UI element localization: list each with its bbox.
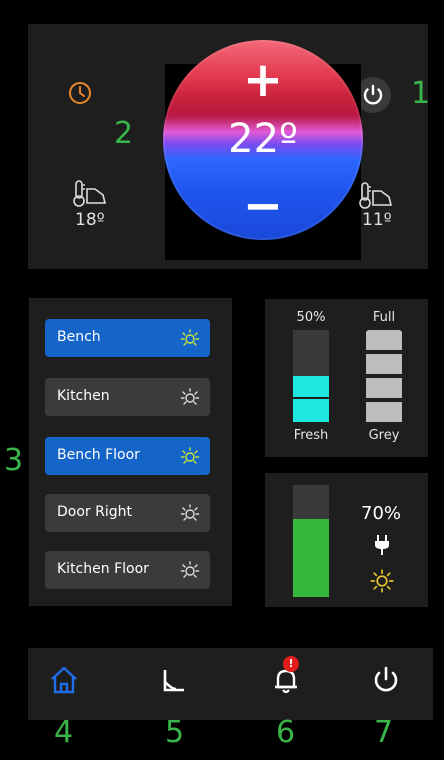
light-label: Bench: [57, 329, 101, 345]
thermostat-dial-area: + 22º −: [163, 40, 363, 260]
clock-icon[interactable]: [68, 81, 92, 105]
indoor-temperature: 18º: [75, 210, 105, 230]
target-temperature: 22º: [228, 116, 298, 162]
nav-power-button[interactable]: [366, 660, 406, 700]
ramp-icon: [163, 670, 184, 692]
light-label: Bench Floor: [57, 447, 140, 463]
home-icon: [51, 666, 77, 694]
light-bulb-off-icon: [180, 504, 200, 521]
light-label: Door Right: [57, 504, 132, 520]
light-bulb-off-icon: [180, 388, 200, 405]
callout-1: 1: [411, 76, 431, 111]
callout-5: 5: [165, 715, 185, 750]
tanks-panel: 50% Fresh Full Grey: [265, 299, 428, 457]
callout-3: 3: [4, 443, 24, 478]
battery-panel: 70%: [265, 473, 428, 607]
light-bench-floor-button[interactable]: Bench Floor: [45, 437, 210, 475]
light-bulb-on-icon: [180, 329, 200, 346]
increase-temp-button[interactable]: +: [163, 56, 363, 104]
light-label: Kitchen Floor: [57, 561, 149, 577]
thermostat-dial[interactable]: + 22º −: [163, 40, 363, 240]
grey-tank-level: Full: [372, 310, 396, 325]
sun-icon: [370, 569, 394, 593]
light-bulb-on-icon: [180, 447, 200, 464]
callout-4: 4: [54, 715, 74, 750]
nav-level-button[interactable]: [154, 660, 194, 700]
outdoor-thermometer-icon: [359, 182, 393, 209]
alert-badge: !: [283, 656, 299, 672]
light-kitchen-floor-button[interactable]: Kitchen Floor: [45, 551, 210, 589]
indoor-thermometer-icon: [73, 180, 107, 207]
light-bench-button[interactable]: Bench: [45, 319, 210, 357]
battery-fill: [293, 518, 329, 597]
light-bulb-off-icon: [180, 561, 200, 578]
bottom-nav: !: [28, 648, 433, 720]
nav-notifications-button[interactable]: !: [266, 656, 306, 700]
lights-panel: Bench Kitchen Bench Floor Door Right Kit…: [29, 298, 232, 606]
fresh-tank-label: Fresh: [293, 428, 329, 443]
fresh-tank-fill: [293, 376, 329, 422]
outdoor-temperature: 11º: [362, 210, 392, 230]
fresh-tank-gauge: [293, 330, 329, 422]
callout-2: 2: [114, 116, 134, 151]
light-label: Kitchen: [57, 388, 110, 404]
light-door-right-button[interactable]: Door Right: [45, 494, 210, 532]
battery-percent: 70%: [361, 503, 402, 524]
callout-6: 6: [276, 715, 296, 750]
plug-icon: [375, 535, 389, 555]
callout-7: 7: [374, 715, 394, 750]
nav-home-button[interactable]: [44, 660, 84, 700]
battery-gauge: [293, 485, 329, 597]
climate-panel: 1 + 22º − 2 18º 11º: [28, 24, 431, 269]
decrease-temp-button[interactable]: −: [163, 182, 363, 230]
grey-tank-gauge: [366, 330, 402, 422]
fresh-tank-level: 50%: [296, 310, 326, 325]
light-kitchen-button[interactable]: Kitchen: [45, 378, 210, 416]
power-icon: [374, 666, 398, 692]
grey-tank-label: Grey: [368, 428, 400, 443]
